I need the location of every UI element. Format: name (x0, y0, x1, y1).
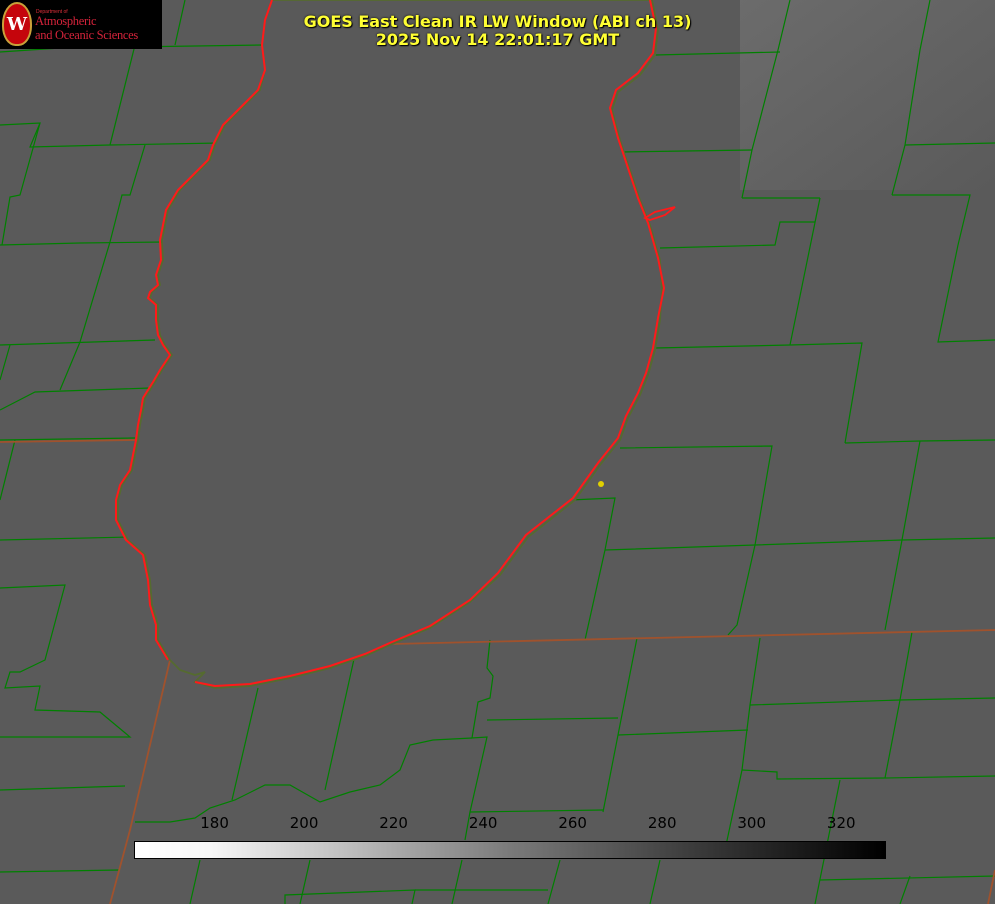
colorbar-tick-label: 300 (737, 814, 767, 832)
satellite-image: W Department of Atmospheric and Oceanic … (0, 0, 995, 904)
colorbar-tick-label: 180 (200, 814, 229, 832)
colorbar-tick-label: 320 (826, 814, 856, 832)
colorbar-tick-label: 280 (647, 814, 677, 832)
colorbar (134, 841, 886, 859)
colorbar-tick-label: 220 (379, 814, 408, 832)
image-title: GOES East Clean IR LW Window (ABI ch 13) (303, 12, 692, 31)
colorbar-tick-label: 200 (289, 814, 319, 832)
colorbar-tick-label: 260 (558, 814, 587, 832)
colorbar-tick-label: 240 (468, 814, 498, 832)
map-overlay (0, 0, 995, 904)
station-marker (598, 481, 604, 487)
image-timestamp: 2025 Nov 14 22:01:17 GMT (375, 30, 620, 49)
